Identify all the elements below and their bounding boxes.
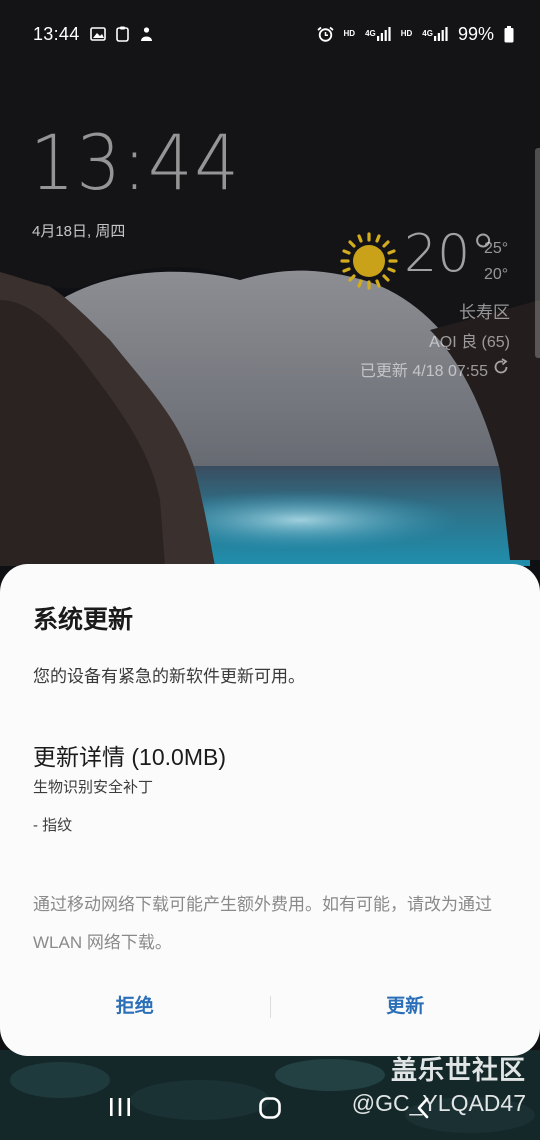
- weather-updated-row: 已更新 4/18 07:55: [360, 357, 510, 381]
- lockscreen-clock: 13:44: [30, 118, 241, 207]
- signal-4g-icon: 4G: [365, 27, 391, 41]
- dialog-button-row: 拒绝 更新: [0, 982, 540, 1032]
- alarm-icon: [316, 26, 334, 42]
- update-details-subtitle: 生物识别安全补丁: [33, 779, 154, 796]
- network-type-label: 4G: [365, 29, 376, 38]
- weather-aqi: AQI 良 (65): [429, 334, 510, 351]
- battery-icon: [504, 25, 514, 43]
- decline-button[interactable]: 拒绝: [0, 982, 270, 1032]
- signal-4g-icon: 4G: [422, 27, 448, 41]
- recents-icon[interactable]: [108, 1096, 132, 1122]
- status-bar: 13:44 HD 4G HD 4G 99%: [0, 0, 540, 68]
- volte-hd-icon: HD: [343, 29, 356, 38]
- weather-temperature: 20°: [404, 224, 497, 284]
- update-details-title: 更新详情 (10.0MB): [33, 744, 226, 770]
- home-icon[interactable]: [258, 1096, 282, 1124]
- mobile-data-notice: 通过移动网络下载可能产生额外费用。如有可能，请改为通过 WLAN 网络下载。: [33, 895, 492, 952]
- lockscreen-date: 4月18日, 周四: [32, 223, 126, 240]
- volte-hd-icon: HD: [400, 29, 413, 38]
- weather-range: 25° 20°: [484, 236, 508, 288]
- dialog-message: 您的设备有紧急的新软件更新可用。: [33, 667, 305, 686]
- weather-high: 25°: [484, 240, 509, 257]
- update-button[interactable]: 更新: [271, 982, 540, 1032]
- watermark-user: @GC_YLQAD47: [351, 1090, 526, 1116]
- back-icon[interactable]: [414, 1096, 434, 1124]
- update-details-item: - 指纹: [33, 817, 73, 834]
- weather-low: 20°: [484, 266, 509, 283]
- watermark-title: 盖乐世社区: [390, 1055, 526, 1085]
- refresh-icon[interactable]: [492, 357, 510, 381]
- sun-icon: [340, 232, 398, 294]
- dialog-title: 系统更新: [33, 606, 134, 634]
- weather-district: 长寿区: [459, 303, 510, 322]
- gallery-icon: [89, 27, 106, 41]
- battery-percent: 99%: [457, 23, 494, 44]
- network-type-label: 4G: [422, 29, 433, 38]
- clipboard-icon: [115, 26, 129, 42]
- weather-updated-text: 已更新 4/18 07:55: [359, 363, 488, 380]
- status-time: 13:44: [33, 23, 80, 44]
- system-update-dialog: 系统更新 您的设备有紧急的新软件更新可用。 更新详情 (10.0MB) 生物识别…: [0, 564, 540, 1056]
- edge-panel-handle[interactable]: [535, 148, 540, 358]
- smart-assistant-icon: [139, 26, 154, 42]
